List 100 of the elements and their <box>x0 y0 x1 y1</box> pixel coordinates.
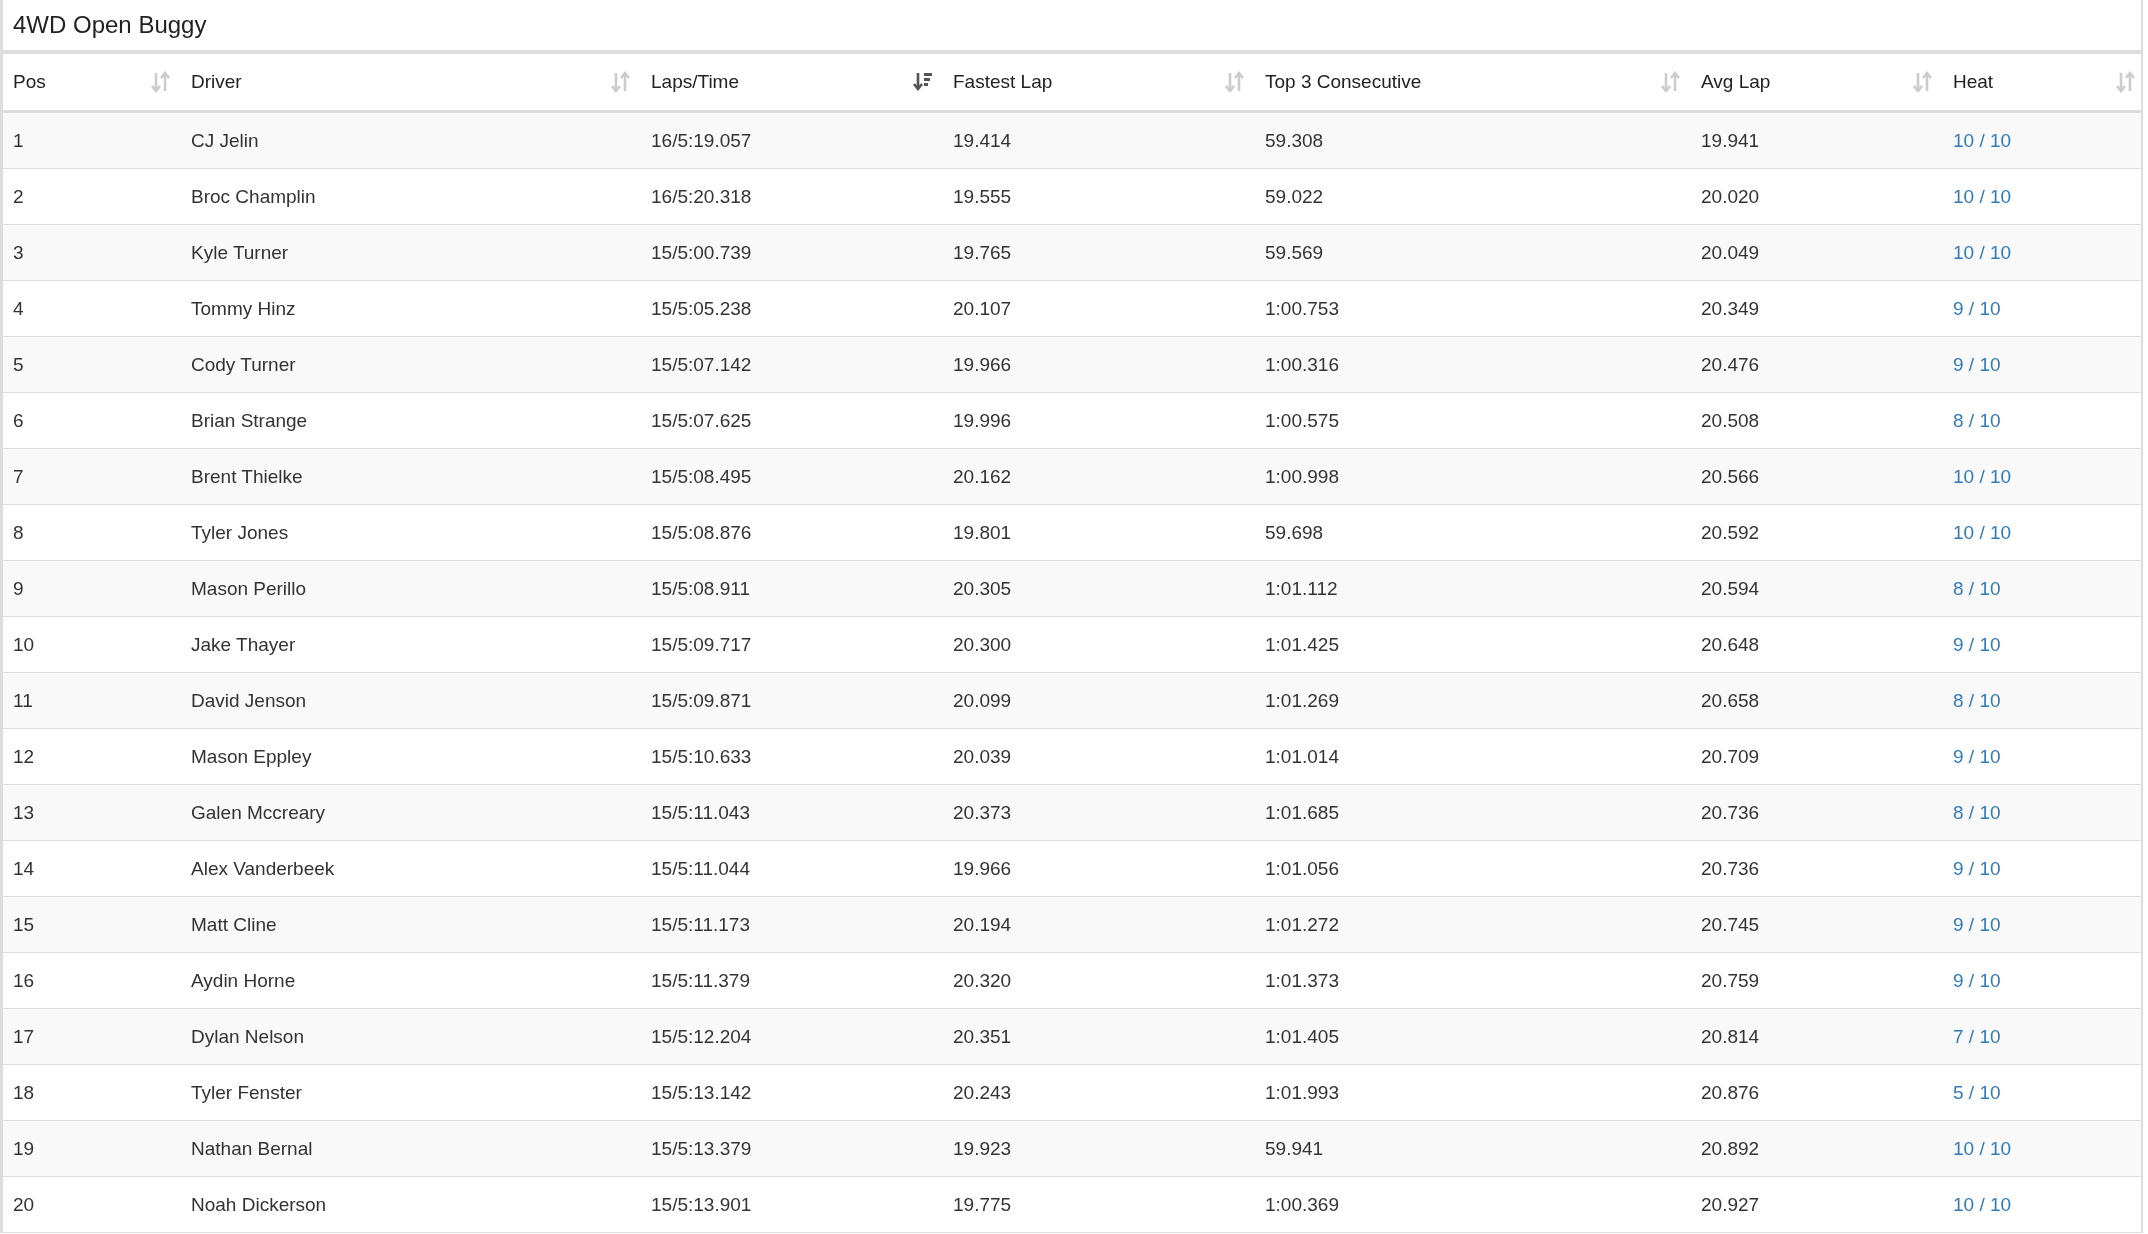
heat-link[interactable]: 5 / 10 <box>1953 1081 2001 1103</box>
laps-time-cell: 15/5:11.043 <box>651 801 750 823</box>
laps-time-cell: 16/5:20.318 <box>651 185 752 207</box>
heat-link[interactable]: 8 / 10 <box>1953 689 2001 711</box>
driver-cell: Dylan Nelson <box>191 1025 304 1047</box>
position-cell: 4 <box>13 297 24 319</box>
driver-cell: Tyler Fenster <box>191 1081 302 1103</box>
avg-lap-cell: 19.941 <box>1701 129 1760 151</box>
heat-link[interactable]: 7 / 10 <box>1953 1025 2001 1047</box>
driver-cell: Broc Champlin <box>191 185 316 207</box>
sort-icon[interactable] <box>2116 71 2136 93</box>
column-header[interactable]: Pos <box>13 71 46 93</box>
heat-link[interactable]: 9 / 10 <box>1953 745 2001 767</box>
avg-lap-cell: 20.876 <box>1701 1081 1760 1103</box>
avg-lap-cell: 20.814 <box>1701 1025 1760 1047</box>
position-cell: 13 <box>13 801 35 823</box>
top-three-cell: 59.569 <box>1265 241 1324 263</box>
fastest-lap-cell: 19.765 <box>953 241 1012 263</box>
heat-link[interactable]: 9 / 10 <box>1953 633 2001 655</box>
position-cell: 10 <box>13 633 35 655</box>
laps-time-cell: 16/5:19.057 <box>651 129 752 151</box>
avg-lap-cell: 20.594 <box>1701 577 1760 599</box>
avg-lap-cell: 20.709 <box>1701 745 1760 767</box>
heat-link[interactable]: 9 / 10 <box>1953 913 2001 935</box>
position-cell: 5 <box>13 353 24 375</box>
position-cell: 17 <box>13 1025 35 1047</box>
fastest-lap-cell: 20.351 <box>953 1025 1012 1047</box>
driver-cell: Jake Thayer <box>191 633 296 655</box>
avg-lap-cell: 20.658 <box>1701 689 1760 711</box>
position-cell: 14 <box>13 857 35 879</box>
position-cell: 9 <box>13 577 24 599</box>
laps-time-cell: 15/5:11.173 <box>651 913 750 935</box>
driver-cell: Mason Perillo <box>191 577 307 599</box>
driver-cell: Matt Cline <box>191 913 277 935</box>
top-three-cell: 1:01.112 <box>1265 577 1338 599</box>
fastest-lap-cell: 19.966 <box>953 353 1012 375</box>
laps-time-cell: 15/5:11.379 <box>651 969 750 991</box>
heat-link[interactable]: 8 / 10 <box>1953 801 2001 823</box>
avg-lap-cell: 20.745 <box>1701 913 1760 935</box>
heat-link[interactable]: 9 / 10 <box>1953 857 2001 879</box>
column-header[interactable]: Heat <box>1953 71 1994 93</box>
column-header[interactable]: Fastest Lap <box>953 71 1053 93</box>
laps-time-cell: 15/5:10.633 <box>651 745 752 767</box>
laps-time-cell: 15/5:13.142 <box>651 1081 752 1103</box>
heat-link[interactable]: 8 / 10 <box>1953 577 2001 599</box>
heat-link[interactable]: 10 / 10 <box>1953 465 2012 487</box>
driver-cell: Noah Dickerson <box>191 1193 327 1215</box>
column-header[interactable]: Top 3 Consecutive <box>1265 71 1422 93</box>
heat-link[interactable]: 10 / 10 <box>1953 241 2012 263</box>
heat-link[interactable]: 9 / 10 <box>1953 969 2001 991</box>
sort-icon[interactable] <box>1661 71 1681 93</box>
top-three-cell: 1:00.369 <box>1265 1193 1339 1215</box>
driver-cell: Kyle Turner <box>191 241 289 263</box>
avg-lap-cell: 20.566 <box>1701 465 1760 487</box>
top-three-cell: 1:01.425 <box>1265 633 1339 655</box>
table-title: 4WD Open Buggy <box>3 0 2141 54</box>
laps-time-cell: 15/5:08.876 <box>651 521 752 543</box>
position-cell: 19 <box>13 1137 35 1159</box>
top-three-cell: 1:00.753 <box>1265 297 1339 319</box>
heat-link[interactable]: 10 / 10 <box>1953 521 2012 543</box>
sort-descending-icon[interactable] <box>913 71 933 93</box>
driver-cell: Nathan Bernal <box>191 1137 313 1159</box>
top-three-cell: 1:01.272 <box>1265 913 1339 935</box>
sort-icon[interactable] <box>1225 71 1245 93</box>
driver-cell: Brent Thielke <box>191 465 303 487</box>
heat-link[interactable]: 10 / 10 <box>1953 1193 2012 1215</box>
sort-icon[interactable] <box>611 71 631 93</box>
column-header[interactable]: Driver <box>191 71 242 93</box>
laps-time-cell: 15/5:08.911 <box>651 577 750 599</box>
position-cell: 7 <box>13 465 24 487</box>
column-header[interactable]: Laps/Time <box>651 71 739 93</box>
heat-link[interactable]: 10 / 10 <box>1953 1137 2012 1159</box>
fastest-lap-cell: 19.966 <box>953 857 1012 879</box>
sort-icon[interactable] <box>1913 71 1933 93</box>
driver-cell: Brian Strange <box>191 409 308 431</box>
top-three-cell: 59.698 <box>1265 521 1324 543</box>
fastest-lap-cell: 20.194 <box>953 913 1012 935</box>
heat-link[interactable]: 10 / 10 <box>1953 185 2012 207</box>
heat-link[interactable]: 9 / 10 <box>1953 297 2001 319</box>
position-cell: 2 <box>13 185 24 207</box>
avg-lap-cell: 20.927 <box>1701 1193 1760 1215</box>
top-three-cell: 1:01.405 <box>1265 1025 1339 1047</box>
position-cell: 1 <box>13 129 24 151</box>
fastest-lap-cell: 19.555 <box>953 185 1012 207</box>
position-cell: 3 <box>13 241 24 263</box>
column-header[interactable]: Avg Lap <box>1701 71 1771 93</box>
driver-cell: Cody Turner <box>191 353 296 375</box>
position-cell: 8 <box>13 521 24 543</box>
driver-cell: David Jenson <box>191 689 307 711</box>
driver-cell: Tyler Jones <box>191 521 289 543</box>
sort-icon[interactable] <box>151 71 171 93</box>
heat-link[interactable]: 10 / 10 <box>1953 129 2012 151</box>
heat-link[interactable]: 9 / 10 <box>1953 353 2001 375</box>
top-three-cell: 1:01.993 <box>1265 1081 1339 1103</box>
top-three-cell: 1:01.373 <box>1265 969 1339 991</box>
heat-link[interactable]: 8 / 10 <box>1953 409 2001 431</box>
avg-lap-cell: 20.648 <box>1701 633 1760 655</box>
top-three-cell: 1:00.998 <box>1265 465 1339 487</box>
laps-time-cell: 15/5:08.495 <box>651 465 752 487</box>
top-three-cell: 1:00.575 <box>1265 409 1339 431</box>
